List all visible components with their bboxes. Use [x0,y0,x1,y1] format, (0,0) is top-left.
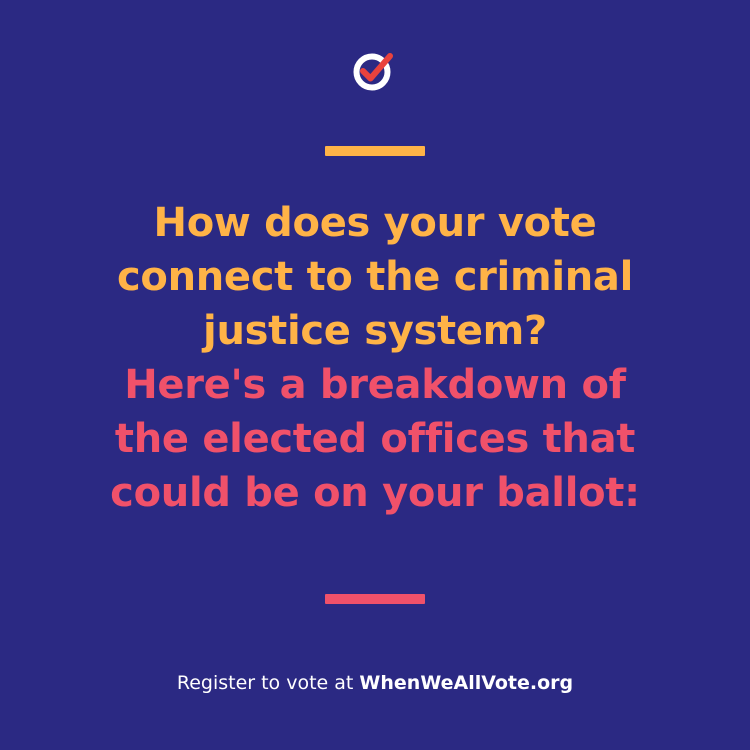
top-divider-bar [325,146,425,156]
footer-call-to-action: Register to vote at WhenWeAllVote.org [0,669,750,697]
social-graphic: How does your vote connect to the crimin… [0,0,750,750]
headline-question-line-1: How does your vote [153,200,597,246]
checkmark-circle-icon [353,53,393,91]
headline-answer-line-2: the elected offices that [114,416,636,462]
footer-site-link: WhenWeAllVote.org [359,672,574,694]
headline: How does your vote connect to the crimin… [0,196,750,520]
headline-question-line-2: connect to the criminal [116,254,634,300]
headline-answer-line-1: Here's a breakdown of [124,362,626,408]
headline-question-line-3: justice system? [203,308,547,354]
bottom-divider-bar [325,594,425,604]
footer-text: Register to vote at [176,672,354,694]
headline-answer-line-3: could be on your ballot: [110,470,640,516]
